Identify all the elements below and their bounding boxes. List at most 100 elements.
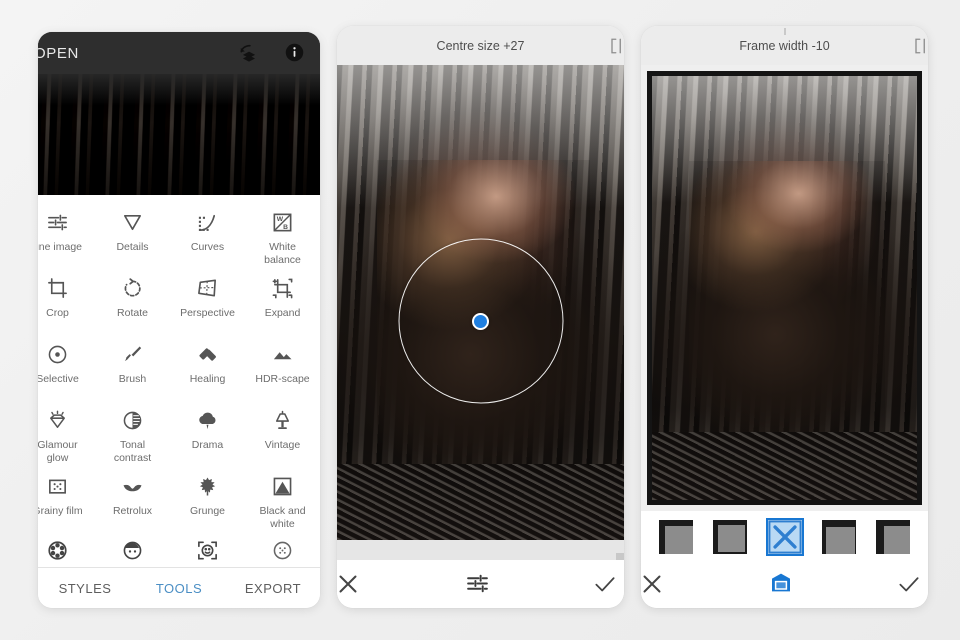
tool-rotate[interactable]: Rotate [95, 267, 170, 333]
tool-label: Healing [189, 373, 226, 385]
adjust-sliders-icon[interactable] [465, 571, 491, 597]
forest-photo [38, 74, 320, 195]
tool-label: Tonal contrast [113, 439, 152, 464]
tool-label: Drama [191, 439, 224, 451]
tool-label: Curves [190, 241, 225, 253]
frame-thumbnail[interactable] [821, 520, 856, 554]
tool-glamour-glow[interactable]: Glamour glow [38, 399, 95, 465]
tab-export[interactable]: EXPORT [226, 581, 320, 596]
frame-thumbnail[interactable] [713, 520, 748, 554]
frames-icon[interactable] [769, 571, 795, 597]
tool-retrolux[interactable]: Retrolux [95, 465, 170, 531]
frame-thumbnail[interactable] [876, 520, 910, 554]
tool-drama[interactable]: Drama [170, 399, 245, 465]
tool-label: Brush [118, 373, 147, 385]
phone3-photo-canvas[interactable] [641, 65, 928, 511]
info-icon[interactable] [284, 42, 306, 64]
phone1-photo-preview [38, 74, 320, 195]
check-icon[interactable] [896, 571, 922, 597]
tool-face-enhance[interactable] [170, 531, 245, 567]
perspective-icon [196, 277, 219, 300]
open-button[interactable]: OPEN [38, 45, 79, 62]
close-icon[interactable] [337, 569, 363, 599]
lens-blur-icon [46, 539, 69, 562]
black-and-white-icon [271, 475, 294, 498]
brush-icon [121, 343, 144, 366]
tab-tools[interactable]: TOOLS [132, 581, 226, 596]
undo-layers-icon[interactable] [238, 42, 260, 64]
grainy-film-icon [46, 475, 69, 498]
tool-label: Glamour glow [38, 439, 78, 464]
check-icon[interactable] [592, 571, 618, 597]
tools-grid: une image Details [38, 195, 320, 567]
tool-curves[interactable]: Curves [170, 201, 245, 267]
tool-label: Selective [38, 373, 79, 385]
tools-row: Selective Brush Healing HDR-scape [38, 333, 320, 399]
svg-text:B: B [283, 224, 288, 231]
tool-selective[interactable]: Selective [38, 333, 95, 399]
tool-tune-image[interactable]: une image [38, 201, 95, 267]
phone3-action-bar [641, 560, 928, 608]
glamour-glow-icon [46, 409, 69, 432]
screenshot-stage: OPEN ne image Details Curves W B White b… [0, 0, 960, 640]
tools-row: Crop Rotate Perspective Expand [38, 267, 320, 333]
frame-thumbnail[interactable] [659, 520, 693, 554]
status-notch [783, 28, 786, 35]
tool-crop[interactable]: Crop [38, 267, 95, 333]
compare-icon[interactable] [913, 37, 928, 55]
tool-label: Details [116, 241, 149, 253]
tool-healing[interactable]: Healing [170, 333, 245, 399]
tool-vintage[interactable]: Vintage [245, 399, 320, 465]
selective-icon [46, 343, 69, 366]
vignette-center-handle[interactable] [472, 312, 489, 330]
grunge-icon [196, 475, 219, 498]
tab-styles[interactable]: STYLES [38, 581, 132, 596]
tools-row-partial [38, 531, 320, 567]
tool-brush[interactable]: Brush [95, 333, 170, 399]
compare-icon[interactable] [609, 37, 624, 55]
svg-text:W: W [277, 216, 284, 223]
tool-label: Crop [46, 307, 69, 319]
tool-tonal-contrast[interactable]: Tonal contrast [95, 399, 170, 465]
tool-grunge[interactable]: Grunge [170, 465, 245, 531]
vignette-icon [271, 539, 294, 562]
healing-icon [196, 343, 219, 366]
tool-lens-blur[interactable] [38, 531, 95, 567]
tool-head-pose[interactable] [95, 531, 170, 567]
tool-perspective[interactable]: Perspective [170, 267, 245, 333]
tool-details[interactable]: Details [95, 201, 170, 267]
tool-label: Grunge [189, 505, 226, 517]
retrolux-icon [121, 475, 144, 498]
tool-white-balance[interactable]: W B White balance [245, 201, 320, 267]
rotate-icon [121, 277, 144, 300]
tool-label: Expand [264, 307, 301, 319]
white-balance-icon: W B [271, 211, 294, 234]
face-enhance-icon [196, 539, 219, 562]
details-icon [121, 211, 144, 234]
tool-label: Retrolux [112, 505, 153, 517]
phone2-header: Centre size +27 [337, 26, 624, 65]
tool-hdr-scape[interactable]: HDR-scape [245, 333, 320, 399]
tool-label: Perspective [180, 307, 235, 319]
tune-image-icon [46, 211, 69, 234]
close-icon[interactable] [641, 569, 667, 599]
phone-1-snapseed-tools: OPEN ne image Details Curves W B White b… [38, 32, 320, 608]
tool-expand[interactable]: Expand [245, 267, 320, 333]
expand-icon [271, 277, 294, 300]
tools-row: Grainy film Retrolux [38, 465, 320, 531]
tool-grainy-film[interactable]: Grainy film [38, 465, 95, 531]
vintage-icon [271, 409, 294, 432]
phone2-action-bar [337, 560, 624, 608]
radial-vignette-ring[interactable] [398, 238, 563, 404]
owl-forest-photo [652, 76, 917, 500]
tools-row: une image Details [38, 201, 320, 267]
frame-thumbnail-selected[interactable] [765, 518, 804, 556]
phone3-title: Frame width -10 [739, 38, 830, 53]
crop-icon [46, 277, 69, 300]
phone1-topbar: OPEN [38, 32, 320, 195]
phone2-photo-canvas[interactable] [337, 65, 624, 540]
phone-3-frames: Frame width -10 19 20 [641, 26, 928, 608]
phone-2-centre-size: Centre size +27 [337, 26, 624, 608]
tool-black-and-white[interactable]: Black and white [245, 465, 320, 531]
tool-vignette[interactable] [245, 531, 320, 567]
